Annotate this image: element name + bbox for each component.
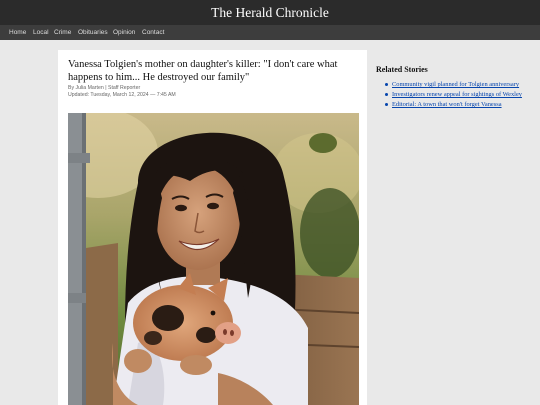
related-link-vigil[interactable]: Community vigil planned for Tolgien anni… [392, 81, 519, 88]
article-card: Vanessa Tolgien's mother on daughter's k… [58, 50, 367, 405]
sidebar-related: Related Stories Community vigil planned … [376, 65, 526, 108]
nav-item-local[interactable]: Local [33, 28, 49, 37]
site-title[interactable]: The Herald Chronicle [0, 5, 540, 21]
article-meta: By Julia Marten | Staff Reporter Updated… [68, 85, 348, 99]
article-photo-image [68, 113, 359, 405]
main-nav: Home Local Crime Obituaries Opinion Cont… [0, 25, 540, 40]
nav-item-opinion[interactable]: Opinion [113, 28, 135, 37]
sidebar-heading: Related Stories [376, 65, 428, 74]
related-list: Community vigil planned for Tolgien anni… [376, 81, 526, 111]
related-item: Editorial: A town that won't forget Vane… [376, 101, 526, 108]
nav-item-contact[interactable]: Contact [142, 28, 164, 37]
related-item: Investigators renew appeal for sightings… [376, 91, 526, 98]
article-headline: Vanessa Tolgien's mother on daughter's k… [68, 59, 338, 83]
related-item: Community vigil planned for Tolgien anni… [376, 81, 526, 88]
article-updated: Updated: Tuesday, March 12, 2024 — 7:45 … [68, 92, 176, 98]
article-photo [68, 113, 359, 405]
article-byline: By Julia Marten | Staff Reporter [68, 85, 141, 91]
nav-item-home[interactable]: Home [9, 28, 26, 37]
related-link-editorial[interactable]: Editorial: A town that won't forget Vane… [392, 101, 502, 108]
masthead: The Herald Chronicle [0, 0, 540, 25]
related-link-appeal[interactable]: Investigators renew appeal for sightings… [392, 91, 522, 98]
nav-item-obituaries[interactable]: Obituaries [78, 28, 108, 37]
nav-item-crime[interactable]: Crime [54, 28, 71, 37]
